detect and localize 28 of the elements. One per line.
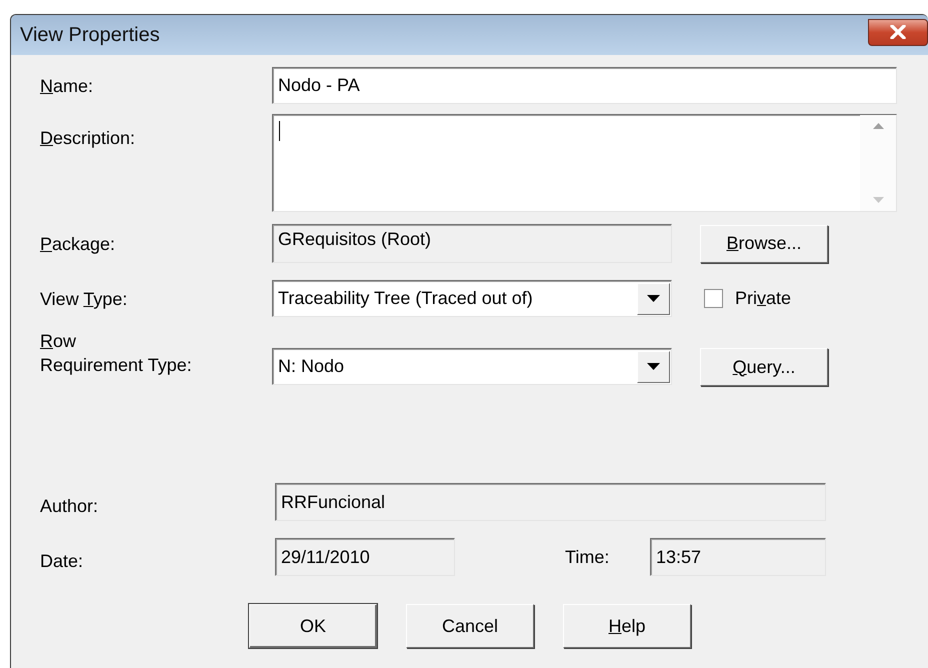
requirement-type-dropdown[interactable]: N: Nodo (272, 348, 672, 385)
cancel-button[interactable]: Cancel (406, 604, 534, 648)
close-icon (890, 25, 906, 39)
date-field: 29/11/2010 (275, 538, 455, 576)
field-label: Description: (40, 127, 136, 150)
name-field[interactable]: Nodo - PA (272, 67, 897, 104)
field-label: View Type: (40, 288, 128, 310)
dropdown-arrow-icon (647, 295, 660, 302)
private-checkbox[interactable]: Private (704, 288, 792, 309)
field-label: Author: (40, 495, 100, 518)
browse-button[interactable]: Browse... (700, 224, 828, 262)
close-button[interactable] (868, 18, 928, 46)
help-button[interactable]: Help (563, 604, 691, 648)
time-field: 13:57 (650, 538, 826, 576)
field-label: Row Requirement Type: (40, 330, 193, 377)
field-label: Time: (565, 546, 610, 568)
package-field: GRequisitos (Root) (272, 224, 672, 263)
description-field[interactable] (272, 114, 897, 212)
ok-button[interactable]: OK (249, 604, 377, 648)
window-title: View Properties (20, 24, 160, 46)
author-field: RRFuncional (275, 483, 826, 521)
dropdown-arrow-icon (647, 363, 660, 370)
field-label: Date: (40, 550, 84, 573)
field-label: Name: (40, 74, 94, 98)
field-label: Package: (40, 232, 116, 256)
scroll-bar[interactable] (860, 115, 896, 211)
view-type-dropdown[interactable]: Traceability Tree (Traced out of) (272, 280, 672, 317)
query-button[interactable]: Query... (700, 348, 828, 386)
